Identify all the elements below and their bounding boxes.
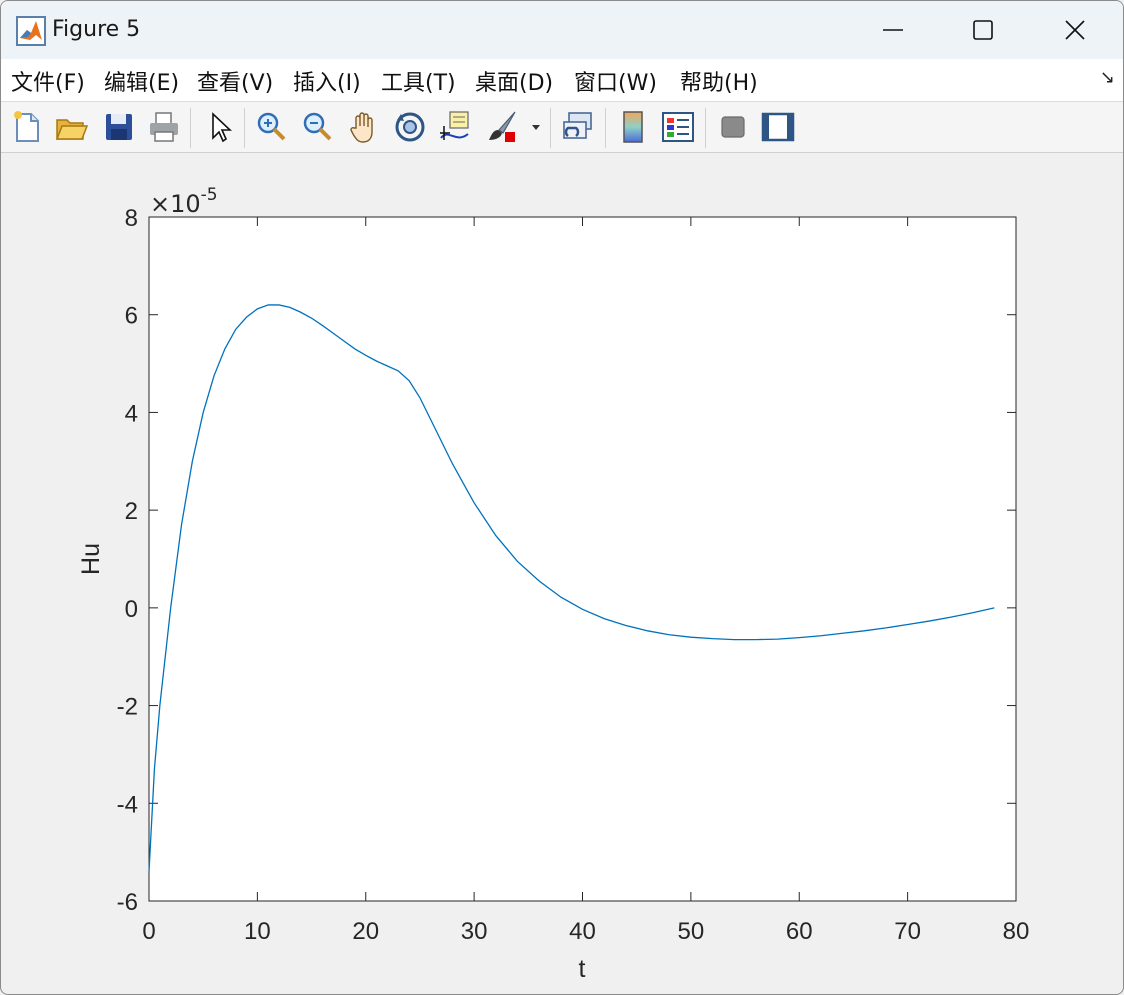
x-tick-label: 50 [678,918,705,945]
y-tick-label: 2 [125,498,138,525]
y-tick-label: -6 [117,889,138,916]
x-axis-label: t [579,955,586,983]
x-tick-label: 60 [786,918,813,945]
y-tick-label: 0 [125,596,138,623]
y-tick-label: 8 [125,205,138,232]
figure-window: Figure 5 文件(F) 编辑(E) 查看(V) 插入(I) 工具(T) 桌… [0,0,1124,995]
figure-plot: 0 10 20 30 40 50 60 70 80 -6 -4 -2 0 2 4 6 8 ×10-5 t Hu [77,185,1029,983]
y-axis-label: Hu [77,543,105,575]
x-tick-label: 30 [461,918,488,945]
axes-box[interactable] [148,216,1017,902]
x-tick-labels: 0 10 20 30 40 50 60 70 80 [142,918,1029,945]
y-tick-label: -4 [117,791,138,818]
x-tick-label: 20 [352,918,379,945]
y-tick-label: 6 [125,303,138,330]
x-tick-label: 40 [569,918,596,945]
y-tick-label: -2 [117,694,138,721]
x-tick-label: 10 [244,918,271,945]
y-tick-label: 4 [125,400,138,427]
x-tick-label: 80 [1003,918,1030,945]
exponent-label: ×10-5 [150,185,218,218]
x-tick-label: 70 [894,918,921,945]
x-tick-label: 0 [142,918,155,945]
y-tick-labels: -6 -4 -2 0 2 4 6 8 [117,205,138,916]
